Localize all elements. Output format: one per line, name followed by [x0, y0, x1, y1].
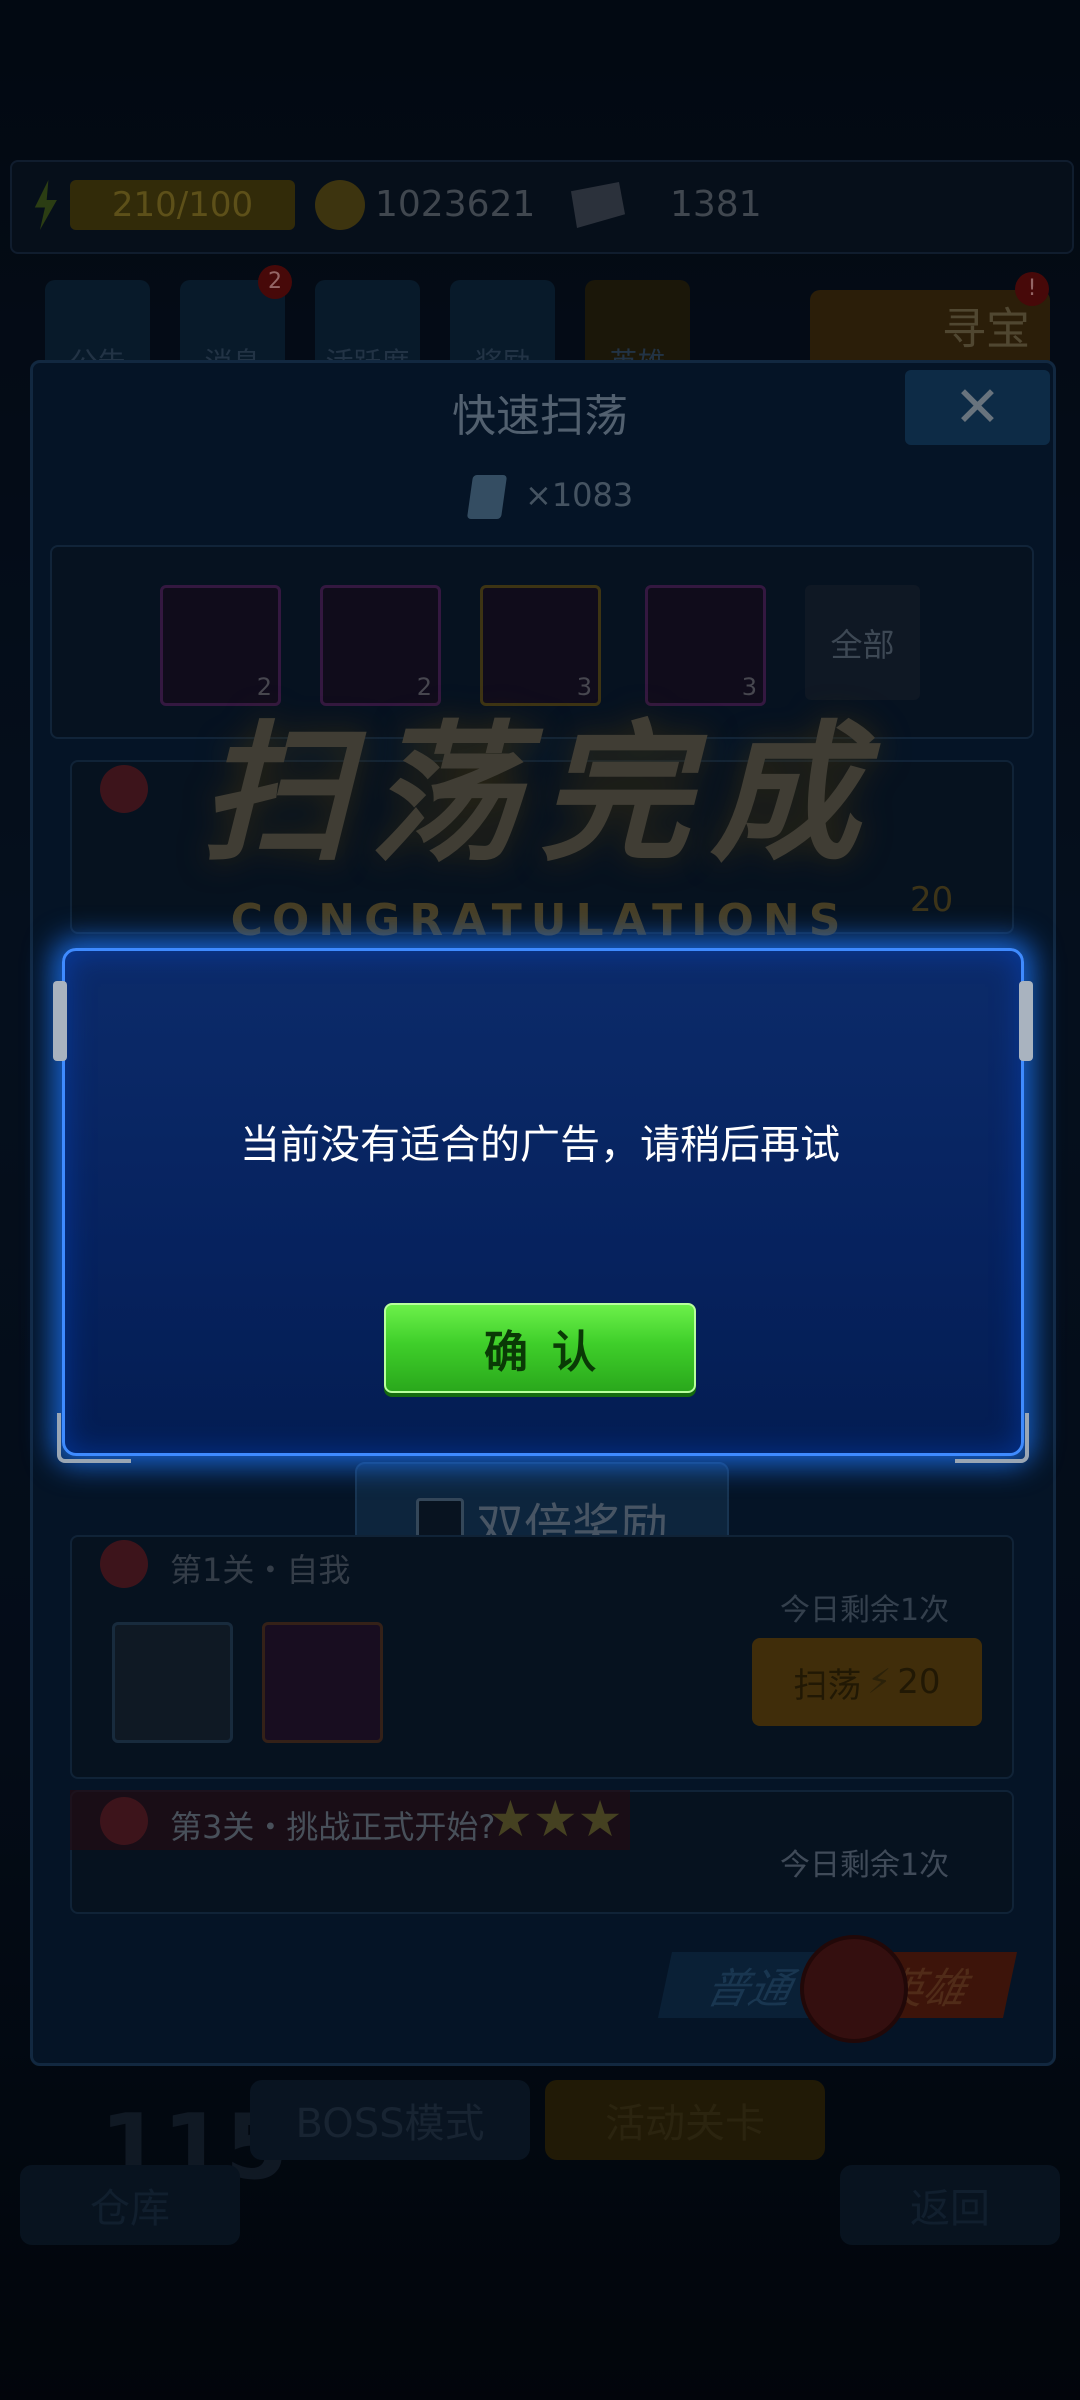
dialog-bracket — [1019, 981, 1033, 1061]
confirm-button[interactable]: 确认 — [384, 1303, 696, 1393]
dialog-bracket — [53, 981, 67, 1061]
dialog-message: 当前没有适合的广告，请稍后再试 — [240, 1122, 840, 1168]
dialog-corner — [57, 1413, 131, 1463]
dialog-corner — [955, 1413, 1029, 1463]
